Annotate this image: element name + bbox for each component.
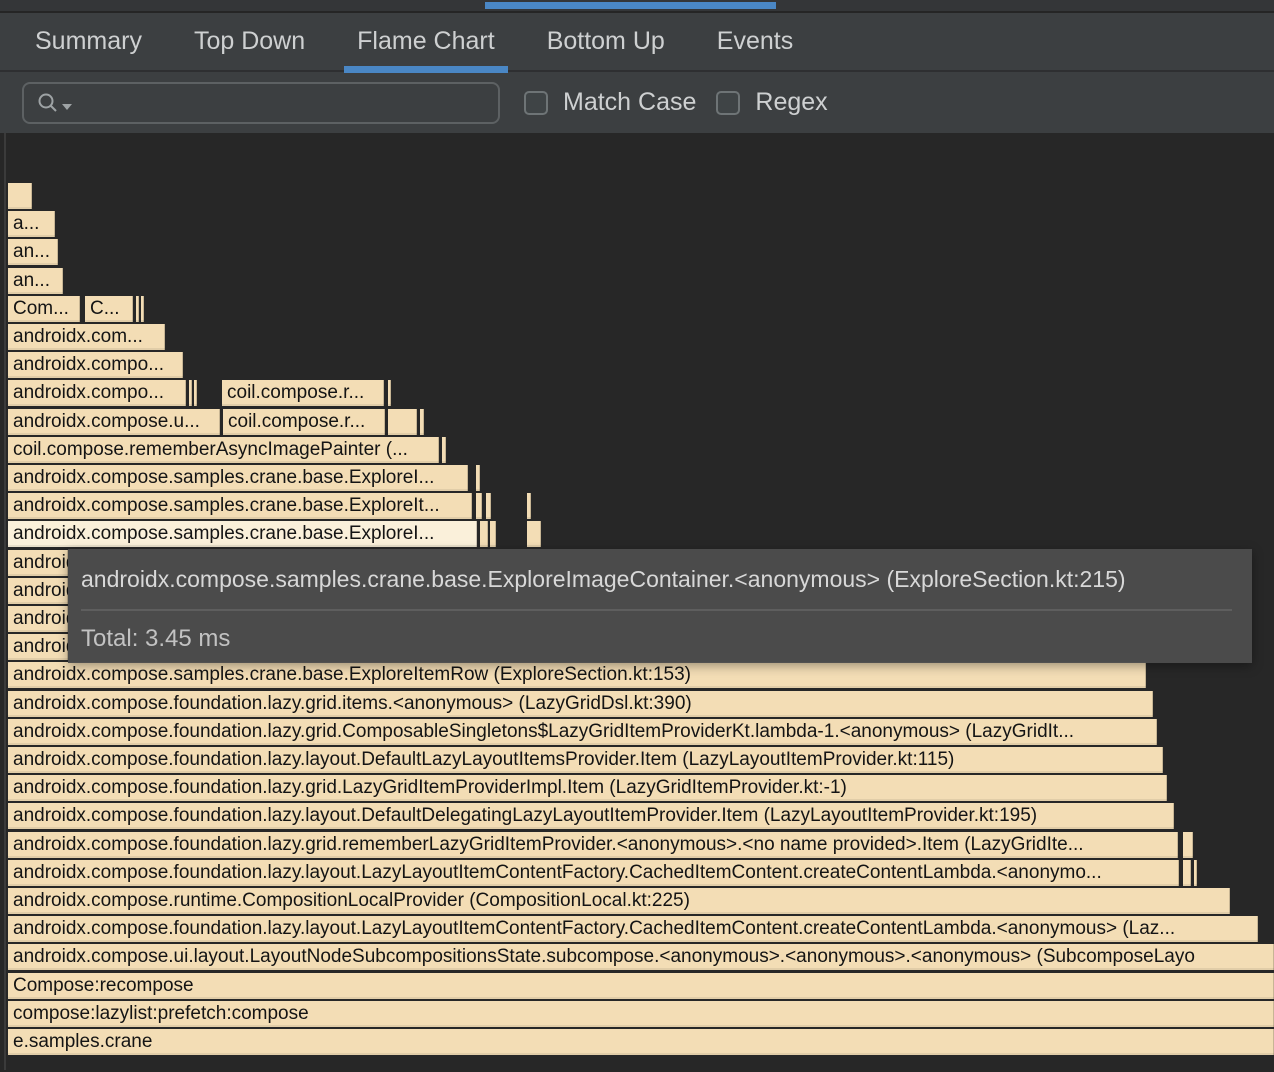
flame-bar[interactable]: androidx.compose.runtime.CompositionLoca… [8,888,1230,914]
flame-bar[interactable]: androidx.compose.samples.crane.base.Expl… [8,662,1146,688]
flame-tooltip-divider [81,609,1232,611]
flame-bar[interactable]: coil.compose.r... [223,409,385,435]
analysis-tab-bar: Summary Top Down Flame Chart Bottom Up E… [0,13,1274,72]
flame-bar[interactable]: compose:lazylist:prefetch:compose [8,1001,1274,1027]
match-case-label: Match Case [563,88,696,117]
flame-bar[interactable]: androidx.compose.u... [8,409,220,435]
cpu-profiler-panel: Summary Top Down Flame Chart Bottom Up E… [0,0,1274,1072]
flame-bar[interactable]: C... [85,296,133,322]
flame-bar[interactable]: androidx.compo... [8,352,183,378]
flame-bar[interactable] [476,493,482,519]
flame-bar[interactable] [388,409,417,435]
flame-bar[interactable]: an... [8,239,58,265]
flame-bar[interactable]: androidx.compose.foundation.lazy.layout.… [8,916,1258,942]
search-toolbar: Match Case Regex [0,72,1274,133]
flame-bar[interactable]: androidx [8,634,68,660]
flame-bar[interactable] [480,521,488,547]
search-icon [36,91,60,115]
flame-bar[interactable]: androidx.compo... [8,380,186,406]
match-case-checkbox-box[interactable] [524,91,548,115]
flame-bar[interactable]: androidx.com... [8,324,165,350]
flame-bar[interactable] [486,493,491,519]
flame-bar[interactable]: androidx.compose.samples.crane.base.Expl… [8,465,468,491]
flame-bar[interactable]: androidx.compose.foundation.lazy.grid.Co… [8,719,1157,745]
flame-bar[interactable] [136,296,139,322]
flame-bar[interactable] [527,493,531,519]
regex-label: Regex [755,88,827,117]
flame-bar[interactable]: androidx [8,550,68,576]
flame-bar[interactable]: androidx.compose.foundation.lazy.layout.… [8,860,1179,886]
flame-bar[interactable]: androidx [8,578,68,604]
tab-flame-chart-label: Flame Chart [357,27,495,56]
flame-bar[interactable]: androidx.compose.foundation.lazy.grid.La… [8,775,1167,801]
flame-tooltip: androidx.compose.samples.crane.base.Expl… [68,549,1252,663]
active-tab-underline [344,66,508,73]
flame-bar[interactable] [476,465,480,491]
flame-bar[interactable] [1183,860,1191,886]
flame-bar[interactable]: androidx.compose.samples.crane.base.Expl… [8,521,477,547]
flame-bar[interactable] [1183,832,1193,858]
flame-tooltip-total: Total: 3.45 ms [81,625,1232,653]
flame-bar[interactable]: e.samples.crane [8,1029,1274,1055]
flame-bar[interactable] [141,296,144,322]
flame-bar[interactable] [490,521,496,547]
flame-bar[interactable] [189,380,192,406]
flame-bar[interactable] [442,437,446,463]
tab-bottom-up[interactable]: Bottom Up [547,12,665,71]
flame-bar[interactable]: androidx.compose.foundation.lazy.grid.it… [8,691,1153,717]
search-input[interactable] [22,82,500,124]
flame-bar[interactable] [388,380,391,406]
flame-bar[interactable]: Com... [8,296,80,322]
match-case-checkbox[interactable]: Match Case [524,88,696,117]
flame-bar[interactable]: androidx.compose.foundation.lazy.layout.… [8,803,1174,829]
regex-checkbox-box[interactable] [716,91,740,115]
flame-tooltip-frame-name: androidx.compose.samples.crane.base.Expl… [81,566,1232,593]
flame-bar[interactable]: coil.compose.rememberAsyncImagePainter (… [8,437,439,463]
flame-bar[interactable] [527,521,541,547]
flame-bar[interactable] [1194,860,1197,886]
flame-bar[interactable]: androidx [8,606,68,632]
flame-bar[interactable]: Compose:recompose [8,973,1274,999]
flame-chart-left-edge [4,133,6,1070]
flame-bar[interactable]: an... [8,268,63,294]
flame-bar[interactable]: androidx.compose.samples.crane.base.Expl… [8,493,472,519]
flame-bar[interactable] [194,380,197,406]
flame-bar[interactable]: androidx.compose.foundation.lazy.grid.re… [8,832,1178,858]
flame-bar[interactable]: a... [8,211,55,237]
tab-events[interactable]: Events [717,12,793,71]
flame-bar[interactable]: androidx.compose.foundation.lazy.layout.… [8,747,1163,773]
flame-bar[interactable]: androidx.compose.ui.layout.LayoutNodeSub… [8,944,1274,970]
active-capture-tab-indicator [485,2,776,9]
flame-bar[interactable] [8,183,32,209]
regex-checkbox[interactable]: Regex [716,88,827,117]
tab-flame-chart[interactable]: Flame Chart [357,12,495,71]
flame-bar[interactable] [420,409,424,435]
flame-bar[interactable]: coil.compose.r... [222,380,384,406]
search-options-caret-icon[interactable] [62,104,72,110]
tab-top-down[interactable]: Top Down [194,12,305,71]
tab-summary[interactable]: Summary [35,12,142,71]
